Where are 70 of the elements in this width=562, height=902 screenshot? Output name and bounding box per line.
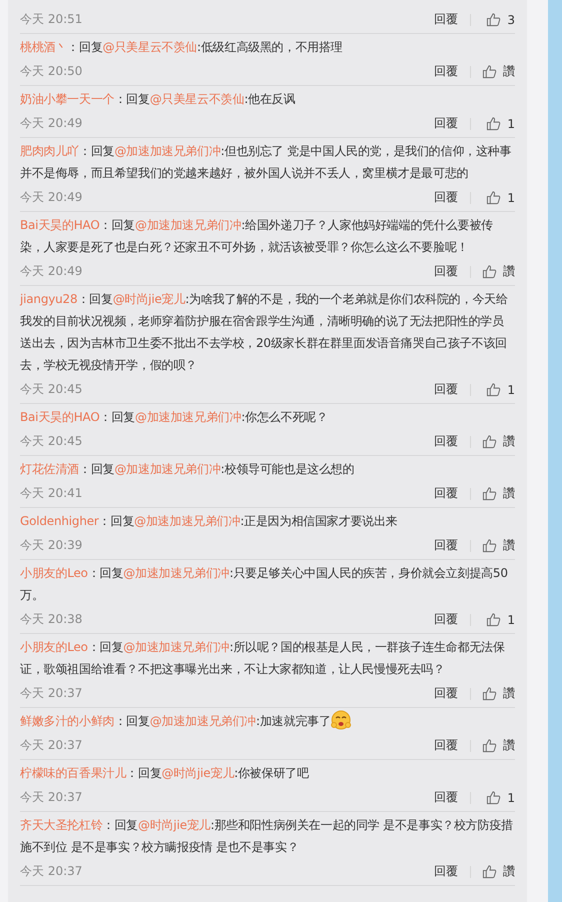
- like-button[interactable]: 讚: [477, 685, 515, 702]
- reply-link[interactable]: 回覆: [428, 433, 464, 450]
- reply-link[interactable]: 回覆: [428, 737, 464, 754]
- reply-link[interactable]: 回覆: [428, 537, 464, 554]
- comment-text: Bai天昊的HAO：回复@加速加速兄弟们冲:给国外递刀子？人家他妈好端端的凭什么要被传染，人家要是死了也是白死？还家丑不可外扬，就活该被受罪？你怎么这么不要脸呢！: [20, 217, 494, 256]
- comment-time: 今天 20:37: [20, 863, 84, 880]
- like-button[interactable]: 讚: [477, 63, 515, 80]
- emoji-icon: [330, 710, 351, 730]
- thumbs-up-icon: [482, 486, 497, 501]
- comment-time: 今天 20:37: [20, 685, 84, 702]
- comment-text: Goldenhigher：回复@加速加速兄弟们冲:正是因为相信国家才要说出来: [20, 513, 399, 530]
- comment-time: 今天 20:49: [20, 263, 84, 280]
- like-button[interactable]: 讚: [477, 485, 515, 502]
- thumbs-up-icon: [486, 190, 502, 205]
- reply-link[interactable]: 回覆: [428, 485, 464, 502]
- comment-time: 今天 20:39: [20, 537, 84, 554]
- comment-text: 奶油小攀一天一个：回复@只美星云不羡仙:他在反讽: [20, 91, 296, 108]
- reply-link[interactable]: 回覆: [428, 789, 464, 806]
- thumbs-up-icon: [482, 686, 497, 701]
- like-button[interactable]: 1: [477, 382, 515, 397]
- comment-time: 今天 20:50: [20, 63, 84, 80]
- thumbs-up-icon: [482, 538, 497, 553]
- comment-time: 今天 20:37: [20, 789, 84, 806]
- reply-link[interactable]: 回覆: [428, 63, 464, 80]
- like-button[interactable]: 1: [477, 612, 515, 627]
- thumbs-up-icon: [482, 864, 497, 879]
- like-button[interactable]: 讚: [477, 537, 515, 554]
- thumbs-up-icon: [482, 738, 497, 753]
- thumbs-up-icon: [486, 790, 502, 805]
- comment-time: 今天 20:49: [20, 189, 84, 206]
- reply-link[interactable]: 回覆: [428, 685, 464, 702]
- like-button[interactable]: 讚: [477, 863, 515, 880]
- thumbs-up-icon: [482, 434, 497, 449]
- comment-time: 今天 20:49: [20, 115, 84, 132]
- like-button[interactable]: 1: [477, 190, 515, 205]
- thumbs-up-icon: [486, 612, 502, 627]
- comment-time: 今天 20:41: [20, 485, 84, 502]
- like-button[interactable]: 讚: [477, 737, 515, 754]
- reply-link[interactable]: 回覆: [428, 611, 464, 628]
- comment-time: 今天 20:45: [20, 433, 84, 450]
- thumbs-up-icon: [486, 116, 502, 131]
- reply-link[interactable]: 回覆: [428, 11, 464, 28]
- comment-text: 柠檬味的百香果汁儿：回复@时尚jie宠儿:你被保研了吧: [20, 765, 310, 782]
- comment-time: 今天 20:51: [20, 11, 84, 28]
- comment-text: Bai天昊的HAO：回复@加速加速兄弟们冲:你怎么不死呢？: [20, 409, 329, 426]
- comment-text: 齐天大圣抡杠铃：回复@时尚jie宠儿:那些和阳性病例关在一起的同学 是不是事实？校方防疫措施不到位 是不是事实？校方瞒报疫情 是也不是事实？: [20, 817, 514, 856]
- reply-link[interactable]: 回覆: [428, 263, 464, 280]
- reply-link[interactable]: 回覆: [428, 115, 464, 132]
- comment-text: 肥肉肉儿吖：回复@加速加速兄弟们冲:但也别忘了 党是中国人民的党，是我们的信仰，这种事并不是侮辱，而且希望我们的党越来越好，被外国人说并不丢人，窝里横才是最可悲的: [20, 143, 512, 182]
- thumbs-up-icon: [486, 12, 502, 27]
- reply-link[interactable]: 回覆: [428, 381, 464, 398]
- like-button[interactable]: 1: [477, 116, 515, 131]
- comment-text: 小朋友的Leo：回复@加速加速兄弟们冲:所以呢？国的根基是人民，一群孩子连生命都无法保证，歌颂祖国给谁看？不把这事曝光出来，不让大家都知道，让人民慢慢死去吗？: [20, 639, 506, 678]
- reply-link[interactable]: 回覆: [428, 863, 464, 880]
- thumbs-up-icon: [486, 382, 502, 397]
- comment-text: 桃桃酒丶：回复@只美星云不羡仙:低级红高级黑的，不用搭理: [20, 39, 344, 56]
- like-button[interactable]: 1: [477, 790, 515, 805]
- thumbs-up-icon: [482, 64, 497, 79]
- like-button[interactable]: 讚: [477, 433, 515, 450]
- comment-time: 今天 20:38: [20, 611, 84, 628]
- comment-text: 鲜嫩多汁的小鲜肉：回复@加速加速兄弟们冲:加速就完事了: [20, 710, 515, 732]
- comment-text: 灯花佐清酒：回复@加速加速兄弟们冲:校领导可能也是这么想的: [20, 461, 356, 478]
- comment-text: 小朋友的Leo：回复@加速加速兄弟们冲:只要足够关心中国人民的疾苦，身价就会立刻提高50万。: [20, 565, 509, 604]
- like-button[interactable]: 3: [477, 12, 515, 27]
- comment-text: jiangyu28：回复@时尚jie宠儿:为啥我了解的不是，我的一个老弟就是你们农科院的，今天给我发的目前状况视频，老师穿着防护服在宿舍跟学生沟通，清晰明确的说了无法把阳性的学员送出去，因为吉林市卫生委不批出不去学校，20级家长群在群里面发语音痛哭自己孩子不该回去，学校无视疫情开学，假的呗？: [20, 291, 509, 374]
- reply-link[interactable]: 回覆: [428, 189, 464, 206]
- comment-time: 今天 20:37: [20, 737, 84, 754]
- thumbs-up-icon: [482, 264, 497, 279]
- like-button[interactable]: 讚: [477, 263, 515, 280]
- comment-time: 今天 20:45: [20, 381, 84, 398]
